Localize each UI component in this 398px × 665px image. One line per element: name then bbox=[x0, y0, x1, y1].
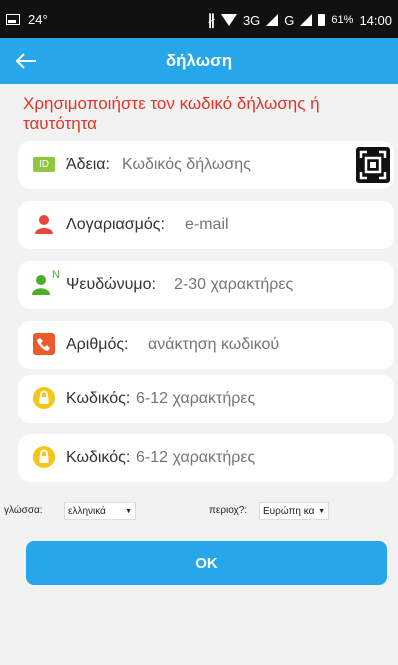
language-value: ελληνικά bbox=[68, 506, 106, 517]
signal-icon-2 bbox=[300, 14, 313, 26]
network-type-2: G bbox=[284, 12, 295, 28]
password-input[interactable] bbox=[136, 390, 376, 408]
account-input[interactable] bbox=[185, 216, 375, 234]
gallery-icon bbox=[6, 14, 20, 25]
phone-icon bbox=[32, 332, 56, 356]
number-field[interactable]: Αριθμός: bbox=[18, 321, 394, 369]
lock-icon bbox=[32, 445, 56, 469]
wifi-icon bbox=[220, 14, 237, 26]
confirm-password-input[interactable] bbox=[136, 449, 376, 467]
qr-scan-button[interactable] bbox=[356, 147, 390, 183]
user-icon bbox=[32, 212, 56, 236]
nickname-input[interactable] bbox=[174, 276, 374, 294]
account-field[interactable]: Λογαριασμός: bbox=[18, 201, 394, 249]
account-label: Λογαριασμός: bbox=[66, 216, 165, 233]
nickname-badge: N bbox=[52, 269, 60, 281]
number-input[interactable] bbox=[148, 336, 378, 354]
clock-text: 14:00 bbox=[359, 12, 392, 28]
password-field[interactable]: Κωδικός: bbox=[18, 375, 394, 423]
language-select[interactable]: ελληνικά ▼ bbox=[64, 502, 136, 520]
qr-scan-icon bbox=[359, 150, 387, 180]
instruction-text: Χρησιμοποιήστε τον κωδικό δήλωσης ή ταυτ… bbox=[23, 94, 320, 133]
app-header: δήλωση bbox=[0, 38, 398, 84]
number-label: Αριθμός: bbox=[66, 336, 129, 353]
nickname-label: Ψευδώνυμο: bbox=[66, 276, 156, 293]
status-bar: 24° ∦ 3G G 61% 14:00 bbox=[0, 0, 398, 38]
license-input[interactable] bbox=[122, 156, 342, 174]
nickname-field[interactable]: N Ψευδώνυμο: bbox=[18, 261, 394, 309]
nickname-icon: N bbox=[32, 269, 60, 296]
language-label: γλώσσα: bbox=[4, 505, 43, 516]
signal-icon-1 bbox=[266, 14, 279, 26]
confirm-password-field[interactable]: Κωδικός: bbox=[18, 434, 394, 482]
battery-percent: 61% bbox=[331, 14, 354, 26]
battery-icon bbox=[318, 14, 326, 26]
lock-icon bbox=[32, 386, 56, 410]
license-field[interactable]: ID Άδεια: bbox=[18, 141, 394, 189]
chevron-down-icon: ▼ bbox=[125, 508, 132, 515]
password-label: Κωδικός: bbox=[66, 390, 131, 407]
ok-button[interactable]: OK bbox=[26, 541, 387, 585]
confirm-password-label: Κωδικός: bbox=[66, 449, 131, 466]
page-title: δήλωση bbox=[165, 51, 233, 70]
id-icon: ID bbox=[32, 152, 56, 176]
chevron-down-icon: ▼ bbox=[318, 508, 325, 515]
network-type-1: 3G bbox=[242, 12, 261, 28]
region-value: Ευρώπη κα bbox=[263, 506, 315, 517]
region-label: περιοχ?: bbox=[209, 505, 248, 516]
license-label: Άδεια: bbox=[66, 156, 110, 173]
bluetooth-icon: ∦ bbox=[207, 12, 215, 29]
temperature-text: 24° bbox=[28, 12, 48, 27]
region-select[interactable]: Ευρώπη κα ▼ bbox=[259, 502, 329, 520]
id-badge: ID bbox=[33, 156, 55, 172]
